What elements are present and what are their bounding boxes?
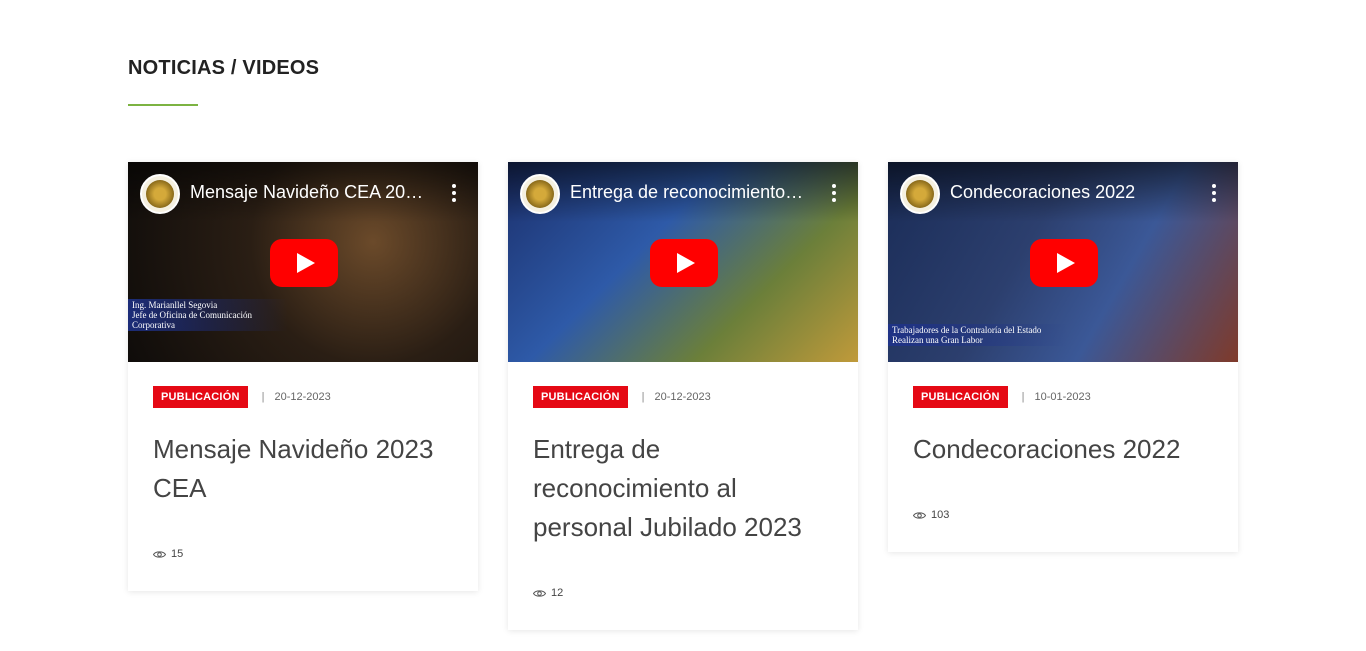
video-embed[interactable]: Mensaje Navideño CEA 20… Ing. Marianllel… bbox=[128, 162, 478, 362]
video-title[interactable]: Mensaje Navideño CEA 20… bbox=[190, 182, 430, 203]
video-title[interactable]: Condecoraciones 2022 bbox=[950, 182, 1190, 203]
youtube-play-icon[interactable] bbox=[270, 239, 338, 287]
meta-separator: | bbox=[1021, 391, 1025, 403]
video-caption-line: Trabajadores de la Contraloría del Estad… bbox=[892, 325, 1042, 335]
youtube-play-icon[interactable] bbox=[650, 239, 718, 287]
news-card[interactable]: Mensaje Navideño CEA 20… Ing. Marianllel… bbox=[128, 162, 478, 591]
video-caption-line: Jefe de Oficina de Comunicación Corporat… bbox=[132, 310, 252, 330]
card-title[interactable]: Mensaje Navideño 2023 CEA bbox=[153, 430, 453, 508]
meta-separator: | bbox=[641, 391, 645, 403]
video-embed[interactable]: Condecoraciones 2022 Trabajadores de la … bbox=[888, 162, 1238, 362]
view-count: 12 bbox=[533, 587, 563, 599]
post-date: 10-01-2023 bbox=[1034, 391, 1091, 403]
view-count-value: 12 bbox=[551, 587, 564, 599]
title-underline bbox=[128, 104, 198, 106]
card-title[interactable]: Entrega de reconocimiento al personal Ju… bbox=[533, 430, 833, 547]
eye-icon bbox=[153, 550, 166, 558]
view-count-value: 15 bbox=[171, 548, 184, 560]
channel-logo-icon[interactable] bbox=[140, 174, 180, 214]
eye-icon bbox=[533, 589, 546, 597]
video-caption-line: Realizan una Gran Labor bbox=[892, 335, 983, 345]
video-embed[interactable]: Entrega de reconocimiento… bbox=[508, 162, 858, 362]
view-count-value: 103 bbox=[931, 509, 950, 521]
more-vertical-icon[interactable] bbox=[1212, 184, 1216, 202]
category-badge[interactable]: PUBLICACIÓN bbox=[153, 386, 248, 408]
video-caption: Ing. Marianllel Segovia Jefe de Oficina … bbox=[128, 299, 288, 331]
card-title[interactable]: Condecoraciones 2022 bbox=[913, 430, 1213, 469]
news-card[interactable]: Condecoraciones 2022 Trabajadores de la … bbox=[888, 162, 1238, 552]
view-count: 15 bbox=[153, 548, 183, 560]
post-date: 20-12-2023 bbox=[654, 391, 711, 403]
video-caption-line: Ing. Marianllel Segovia bbox=[132, 300, 218, 310]
card-meta: PUBLICACIÓN | 10-01-2023 bbox=[913, 386, 1213, 408]
video-caption: Trabajadores de la Contraloría del Estad… bbox=[888, 324, 1068, 346]
post-date: 20-12-2023 bbox=[274, 391, 331, 403]
more-vertical-icon[interactable] bbox=[452, 184, 456, 202]
meta-separator: | bbox=[261, 391, 265, 403]
channel-logo-icon[interactable] bbox=[900, 174, 940, 214]
channel-logo-icon[interactable] bbox=[520, 174, 560, 214]
news-card[interactable]: Entrega de reconocimiento… PUBLICACIÓN |… bbox=[508, 162, 858, 630]
eye-icon bbox=[913, 511, 926, 519]
card-meta: PUBLICACIÓN | 20-12-2023 bbox=[153, 386, 453, 408]
video-title[interactable]: Entrega de reconocimiento… bbox=[570, 182, 810, 203]
more-vertical-icon[interactable] bbox=[832, 184, 836, 202]
youtube-play-icon[interactable] bbox=[1030, 239, 1098, 287]
section-title: NOTICIAS / VIDEOS bbox=[128, 57, 320, 79]
category-badge[interactable]: PUBLICACIÓN bbox=[913, 386, 1008, 408]
category-badge[interactable]: PUBLICACIÓN bbox=[533, 386, 628, 408]
view-count: 103 bbox=[913, 509, 949, 521]
card-meta: PUBLICACIÓN | 20-12-2023 bbox=[533, 386, 833, 408]
